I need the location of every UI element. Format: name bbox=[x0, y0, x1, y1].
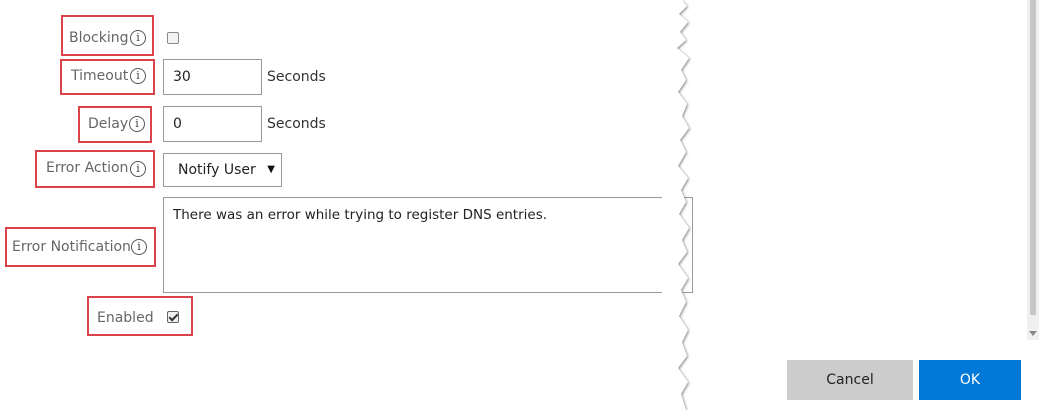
delay-label: Delay bbox=[88, 116, 129, 132]
delay-input[interactable]: 0 bbox=[163, 106, 262, 142]
error-notification-textarea[interactable]: There was an error while trying to regis… bbox=[163, 197, 693, 293]
error-action-label: Error Action bbox=[46, 160, 129, 176]
delay-info-icon[interactable]: i bbox=[129, 116, 145, 132]
error-action-select[interactable]: Notify User ▼ bbox=[163, 153, 282, 187]
scroll-down-arrow-icon[interactable] bbox=[1029, 331, 1037, 336]
timeout-info-icon[interactable]: i bbox=[130, 68, 146, 84]
timeout-label: Timeout bbox=[71, 68, 129, 84]
error-action-value: Notify User bbox=[178, 162, 256, 178]
delay-unit: Seconds bbox=[267, 116, 326, 132]
blocking-label: Blocking bbox=[69, 30, 129, 46]
ok-button[interactable]: OK bbox=[919, 360, 1021, 400]
scrollbar[interactable] bbox=[1027, 0, 1039, 340]
blocking-checkbox[interactable] bbox=[167, 32, 179, 44]
blocking-info-icon[interactable]: i bbox=[130, 30, 146, 46]
dropdown-caret-icon: ▼ bbox=[267, 164, 275, 175]
enabled-label: Enabled bbox=[97, 310, 154, 326]
cancel-button[interactable]: Cancel bbox=[787, 360, 913, 400]
enabled-checkbox[interactable] bbox=[167, 311, 179, 323]
timeout-input[interactable]: 30 bbox=[163, 59, 262, 95]
scrollbar-thumb[interactable] bbox=[1030, 0, 1036, 315]
error-notification-info-icon[interactable]: i bbox=[131, 239, 147, 255]
error-notification-label: Error Notification bbox=[12, 239, 131, 255]
timeout-unit: Seconds bbox=[267, 69, 326, 85]
torn-edge-fill bbox=[694, 0, 1027, 410]
error-action-info-icon[interactable]: i bbox=[130, 161, 146, 177]
